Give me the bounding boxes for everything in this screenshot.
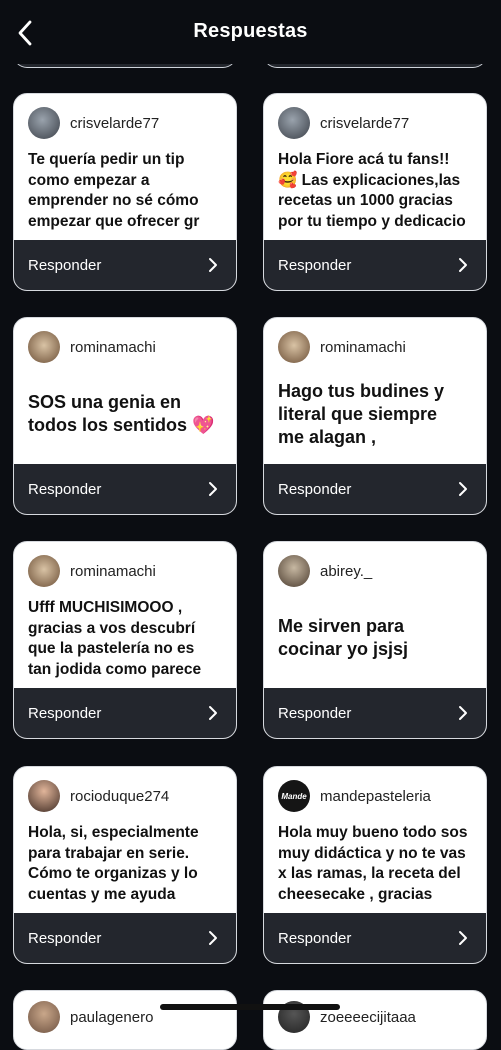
response-text: Hago tus budines y literal que siempre m… bbox=[278, 381, 445, 447]
avatar[interactable] bbox=[28, 331, 60, 363]
avatar[interactable] bbox=[278, 107, 310, 139]
reply-button[interactable]: Responder bbox=[14, 464, 236, 514]
username[interactable]: crisvelarde77 bbox=[70, 115, 159, 132]
reply-label: Responder bbox=[28, 929, 102, 947]
reply-label: Responder bbox=[28, 480, 102, 498]
chevron-right-icon bbox=[458, 930, 470, 946]
avatar[interactable] bbox=[28, 780, 60, 812]
chevron-right-icon bbox=[208, 481, 220, 497]
home-indicator bbox=[160, 1004, 340, 1010]
avatar-logo-text: Mande bbox=[281, 791, 307, 801]
response-text: Hola, si, especialmente para trabajar en… bbox=[28, 824, 199, 903]
card-partial-bottom-left[interactable]: paulagenero bbox=[13, 990, 237, 1050]
response-text: Me sirven para cocinar yo jsjsj bbox=[278, 616, 409, 659]
avatar[interactable] bbox=[278, 331, 310, 363]
reply-button[interactable]: Responder bbox=[14, 913, 236, 963]
reply-label: Responder bbox=[278, 256, 352, 274]
chevron-right-icon bbox=[208, 257, 220, 273]
response-text: Hola muy bueno todo sos muy didáctica y … bbox=[278, 824, 468, 903]
reply-button[interactable]: Responder bbox=[264, 464, 486, 514]
response-card[interactable]: rominamachi Ufff MUCHISIMOOO , gracias a … bbox=[13, 541, 237, 739]
reply-button[interactable]: Responder bbox=[14, 240, 236, 290]
chevron-right-icon bbox=[458, 481, 470, 497]
response-text: Hola Fiore acá tu fans!! 🥰 Las explicaci… bbox=[278, 151, 466, 230]
reply-label: Responder bbox=[278, 704, 352, 722]
username[interactable]: crisvelarde77 bbox=[320, 115, 409, 132]
username[interactable]: rominamachi bbox=[320, 339, 406, 356]
avatar[interactable] bbox=[28, 555, 60, 587]
card-partial-bottom-right[interactable]: zoeeeecijitaaa bbox=[263, 990, 487, 1050]
avatar bbox=[28, 1001, 60, 1033]
chevron-right-icon bbox=[458, 257, 470, 273]
reply-button[interactable]: Responder bbox=[264, 240, 486, 290]
card-header: crisvelarde77 bbox=[278, 106, 409, 140]
username[interactable]: rominamachi bbox=[70, 339, 156, 356]
reply-label: Responder bbox=[28, 704, 102, 722]
response-card[interactable]: rominamachi Hago tus budines y literal qu… bbox=[263, 317, 487, 515]
username[interactable]: mandepasteleria bbox=[320, 788, 431, 805]
avatar[interactable]: Mande bbox=[278, 780, 310, 812]
avatar[interactable] bbox=[278, 555, 310, 587]
response-text: SOS una genia en todos los sentidos 💖 bbox=[28, 392, 215, 435]
card-header: rominamachi bbox=[28, 330, 156, 364]
card-header: rocioduque274 bbox=[28, 779, 169, 813]
username: paulagenero bbox=[70, 1008, 154, 1026]
response-card[interactable]: crisvelarde77 Hola Fiore acá tu fans!! 🥰 … bbox=[263, 93, 487, 291]
reply-button[interactable]: Responder bbox=[14, 688, 236, 738]
page-title: Respuestas bbox=[193, 20, 308, 42]
response-card[interactable]: rominamachi SOS una genia en todos los se… bbox=[13, 317, 237, 515]
response-text: Te quería pedir un tip como empezar a em… bbox=[28, 151, 200, 230]
username[interactable]: rocioduque274 bbox=[70, 788, 169, 805]
card-header: crisvelarde77 bbox=[28, 106, 159, 140]
chevron-right-icon bbox=[208, 705, 220, 721]
card-header: abirey._ bbox=[278, 554, 372, 588]
card-header: rominamachi bbox=[278, 330, 406, 364]
response-card[interactable]: abirey._ Me sirven para cocinar yo jsjsj R… bbox=[263, 541, 487, 739]
reply-label: Responder bbox=[278, 480, 352, 498]
card-header: rominamachi bbox=[28, 554, 156, 588]
username[interactable]: abirey._ bbox=[320, 563, 372, 580]
chevron-right-icon bbox=[208, 930, 220, 946]
response-card[interactable]: crisvelarde77 Te quería pedir un tip como… bbox=[13, 93, 237, 291]
username: zoeeeecijitaaa bbox=[320, 1008, 416, 1026]
response-card[interactable]: Mande mandepasteleria Hola muy bueno todo … bbox=[263, 766, 487, 964]
username[interactable]: rominamachi bbox=[70, 563, 156, 580]
card-header: Mande mandepasteleria bbox=[278, 779, 431, 813]
reply-label: Responder bbox=[28, 256, 102, 274]
reply-button[interactable]: Responder bbox=[264, 913, 486, 963]
response-card[interactable]: rocioduque274 Hola, si, especialmente par… bbox=[13, 766, 237, 964]
response-text: Ufff MUCHISIMOOO , gracias a vos descubr… bbox=[28, 599, 202, 678]
top-bar: Respuestas bbox=[0, 0, 501, 64]
reply-button[interactable]: Responder bbox=[264, 688, 486, 738]
avatar[interactable] bbox=[28, 107, 60, 139]
reply-label: Responder bbox=[278, 929, 352, 947]
chevron-right-icon bbox=[458, 705, 470, 721]
